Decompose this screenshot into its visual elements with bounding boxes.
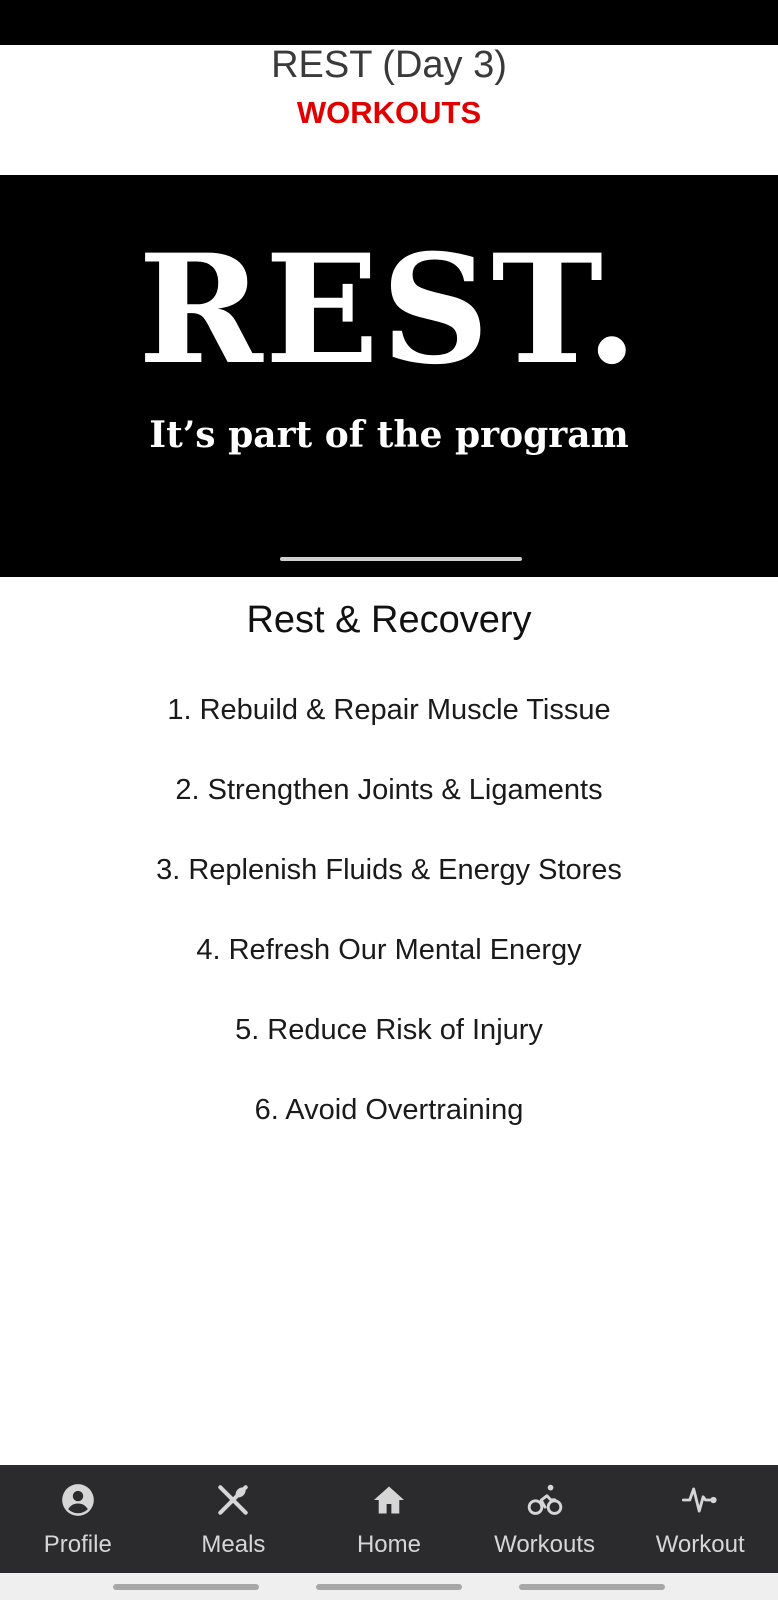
nav-item-profile[interactable]: Profile	[0, 1465, 156, 1573]
nav-label-workout: Workout	[655, 1531, 745, 1558]
list-item: 1. Rebuild & Repair Muscle Tissue	[167, 694, 611, 726]
page-subtitle: WORKOUTS	[296, 95, 482, 130]
hero-word: REST.	[138, 222, 640, 398]
page-title: REST (Day 3)	[271, 44, 507, 86]
home-icon	[373, 1486, 405, 1514]
nav-label-home: Home	[356, 1531, 421, 1558]
gesture-pill	[316, 1584, 462, 1590]
benefit-list: 1. Rebuild & Repair Muscle Tissue 2. Str…	[0, 688, 778, 1168]
account-circle-icon	[61, 1484, 94, 1516]
list-item: 5. Reduce Risk of Injury	[235, 1014, 543, 1046]
nav-label-profile: Profile	[43, 1531, 112, 1558]
gesture-pill	[519, 1584, 665, 1590]
status-bar	[0, 0, 778, 45]
carousel-indicator	[280, 557, 522, 561]
hero-banner[interactable]: REST. It’s part of the program	[0, 175, 778, 577]
nav-item-workout[interactable]: Workout	[622, 1465, 778, 1573]
list-item: 3. Replenish Fluids & Energy Stores	[156, 854, 622, 886]
nav-item-home[interactable]: Home	[311, 1465, 467, 1573]
fork-knife-icon	[218, 1485, 249, 1515]
bottom-nav: Profile Meals Home Workouts Workout	[0, 1465, 778, 1573]
gesture-bar	[0, 1573, 778, 1600]
section-title: Rest & Recovery	[246, 599, 532, 641]
bicycle-icon	[527, 1484, 562, 1515]
heartbeat-icon	[682, 1487, 717, 1513]
nav-item-meals[interactable]: Meals	[156, 1465, 312, 1573]
page-header: REST (Day 3) WORKOUTS	[0, 44, 778, 175]
nav-label-meals: Meals	[201, 1531, 266, 1558]
nav-label-workouts: Workouts	[494, 1531, 596, 1558]
list-item: 4. Refresh Our Mental Energy	[196, 934, 582, 966]
gesture-pill	[113, 1584, 259, 1590]
list-item: 2. Strengthen Joints & Ligaments	[175, 774, 603, 806]
nav-item-workouts[interactable]: Workouts	[467, 1465, 623, 1573]
list-item: 6. Avoid Overtraining	[254, 1094, 524, 1126]
hero-tagline: It’s part of the program	[149, 414, 629, 456]
